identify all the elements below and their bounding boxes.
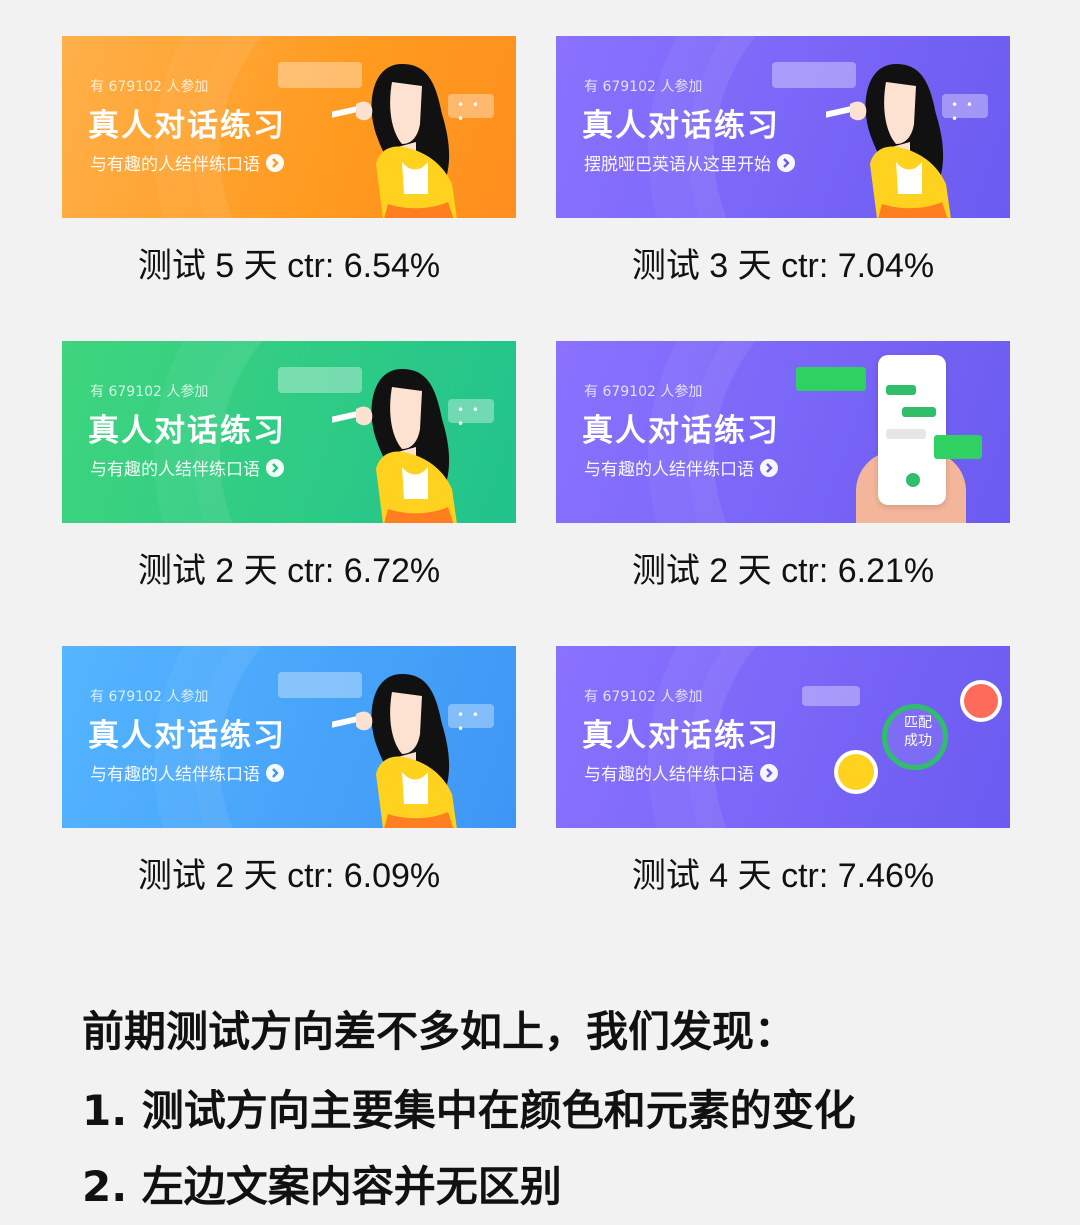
- banner-card-green[interactable]: • • • 有 679102 人参加 真人对话练习 与有趣的人结伴练口语: [62, 341, 516, 523]
- participants-count: 有 679102 人参加: [90, 384, 209, 400]
- summary-point-1: 1. 测试方向主要集中在颜色和元素的变化: [82, 1086, 856, 1135]
- participants-count: 有 679102 人参加: [584, 689, 703, 705]
- summary-point-2: 2. 左边文案内容并无区别: [82, 1162, 562, 1211]
- banner-headline: 真人对话练习: [88, 718, 286, 754]
- participants-count: 有 679102 人参加: [584, 384, 703, 400]
- test-caption: 测试 4 天 ctr: 7.46%: [631, 857, 935, 895]
- banner-card-blue[interactable]: • • • 有 679102 人参加 真人对话练习 与有趣的人结伴练口语: [62, 646, 516, 828]
- banner-headline: 真人对话练习: [582, 413, 780, 449]
- banner-headline: 真人对话练习: [582, 108, 780, 144]
- woman-illustration: [332, 44, 512, 218]
- arrow-right-icon[interactable]: [777, 153, 795, 172]
- banner-subline: 与有趣的人结伴练口语: [584, 760, 778, 785]
- banner-headline: 真人对话练习: [88, 413, 286, 449]
- arrow-right-icon[interactable]: [760, 458, 778, 477]
- participants-count: 有 679102 人参加: [90, 79, 209, 95]
- banner-headline: 真人对话练习: [582, 718, 780, 754]
- participants-count: 有 679102 人参加: [584, 79, 703, 95]
- banner-card-purple[interactable]: • • • 有 679102 人参加 真人对话练习 摆脱哑巴英语从这里开始: [556, 36, 1010, 218]
- arrow-right-icon[interactable]: [266, 153, 284, 172]
- banner-subline: 与有趣的人结伴练口语: [90, 760, 284, 785]
- avatar-female: [960, 680, 1002, 722]
- summary-intro: 前期测试方向差不多如上，我们发现：: [82, 1007, 797, 1056]
- banner-subline: 与有趣的人结伴练口语: [90, 150, 284, 175]
- banner-subline: 摆脱哑巴英语从这里开始: [584, 150, 795, 175]
- match-success-label: 匹配成功: [904, 715, 932, 749]
- woman-illustration: [332, 349, 512, 523]
- banner-card-purple-match[interactable]: 匹配成功 有 679102 人参加 真人对话练习 与有趣的人结伴练口语: [556, 646, 1010, 828]
- arrow-right-icon[interactable]: [266, 763, 284, 782]
- participants-count: 有 679102 人参加: [90, 689, 209, 705]
- test-caption: 测试 5 天 ctr: 6.54%: [137, 247, 441, 285]
- woman-illustration: [826, 44, 1006, 218]
- test-caption: 测试 2 天 ctr: 6.72%: [137, 552, 441, 590]
- phone-illustration: [878, 355, 946, 505]
- test-caption: 测试 2 天 ctr: 6.21%: [631, 552, 935, 590]
- banner-card-orange[interactable]: • • • 有 679102 人参加 真人对话练习 与有趣的人结伴练口语: [62, 36, 516, 218]
- green-chat-bubble: [934, 435, 982, 459]
- speech-bubble: [802, 686, 860, 706]
- avatar-male: [834, 750, 878, 794]
- woman-illustration: [332, 654, 512, 828]
- green-chat-bubble: [796, 367, 866, 391]
- banner-subline: 与有趣的人结伴练口语: [584, 455, 778, 480]
- arrow-right-icon[interactable]: [266, 458, 284, 477]
- banner-subline: 与有趣的人结伴练口语: [90, 455, 284, 480]
- banner-headline: 真人对话练习: [88, 108, 286, 144]
- test-caption: 测试 2 天 ctr: 6.09%: [137, 857, 441, 895]
- banner-card-purple-phone[interactable]: 有 679102 人参加 真人对话练习 与有趣的人结伴练口语: [556, 341, 1010, 523]
- arrow-right-icon[interactable]: [760, 763, 778, 782]
- test-caption: 测试 3 天 ctr: 7.04%: [631, 247, 935, 285]
